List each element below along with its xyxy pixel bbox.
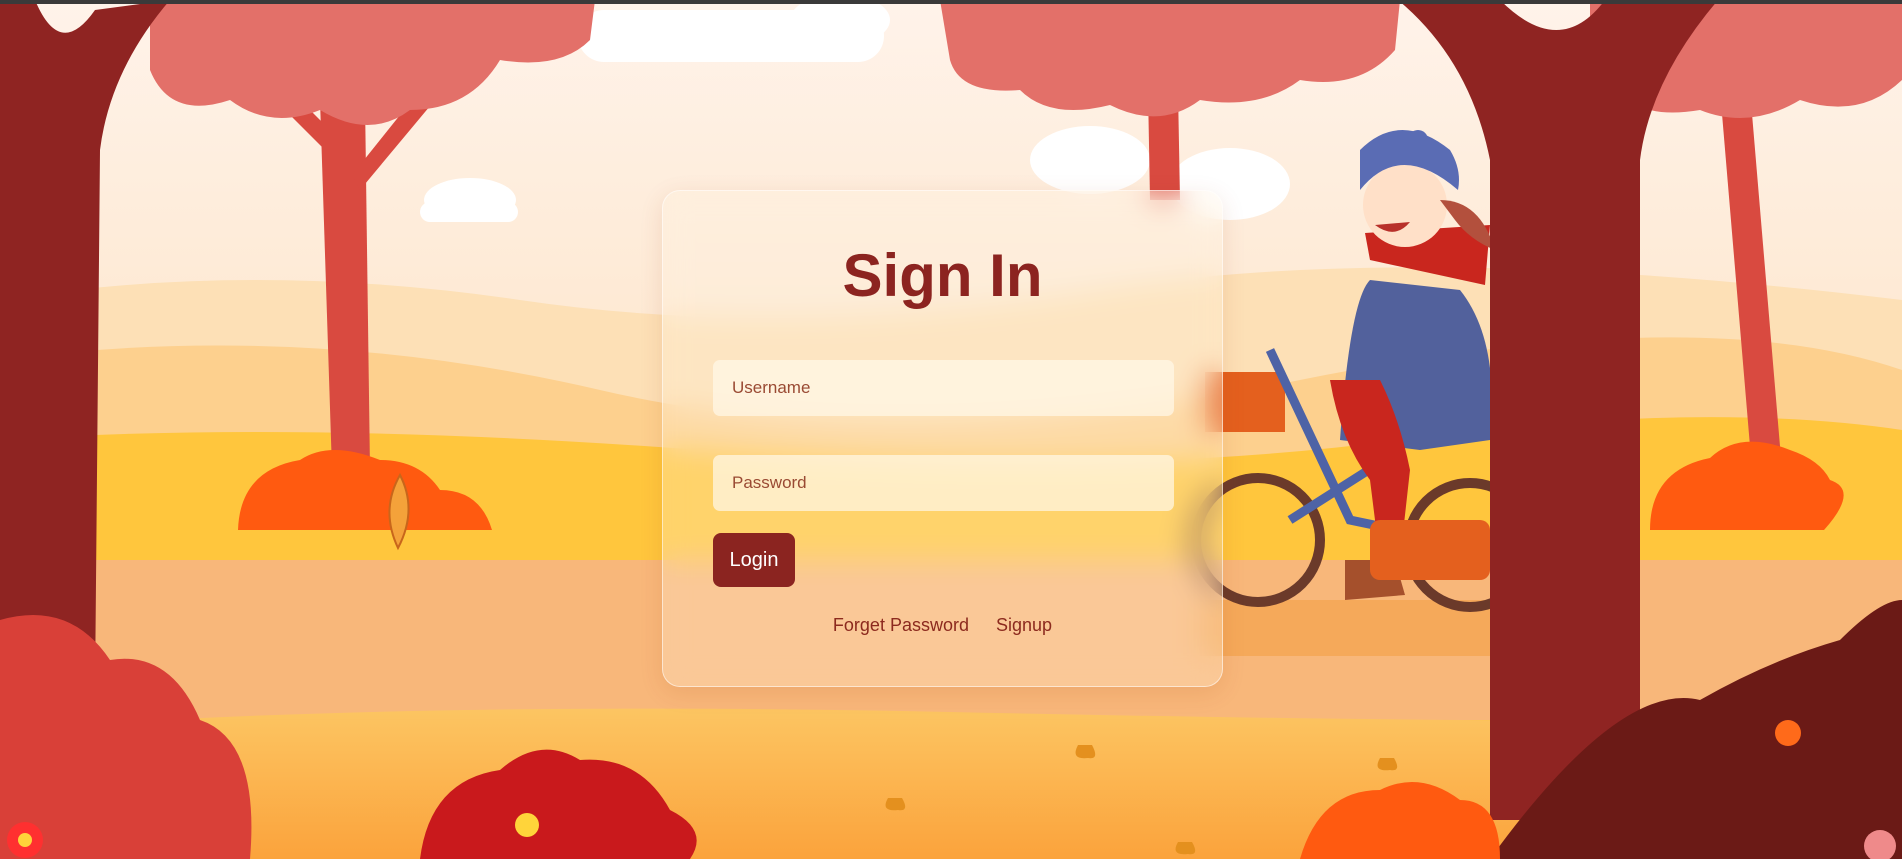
forget-password-link[interactable]: Forget Password: [833, 615, 969, 635]
login-card: Sign In Login Forget Password Signup: [662, 190, 1223, 687]
login-button[interactable]: Login: [713, 533, 795, 587]
browser-top-edge: [0, 0, 1902, 4]
signup-link[interactable]: Signup: [996, 615, 1052, 635]
auth-links: Forget Password Signup: [663, 615, 1222, 636]
password-input[interactable]: [713, 455, 1174, 511]
page-title: Sign In: [842, 242, 1043, 309]
username-input[interactable]: [713, 360, 1174, 416]
